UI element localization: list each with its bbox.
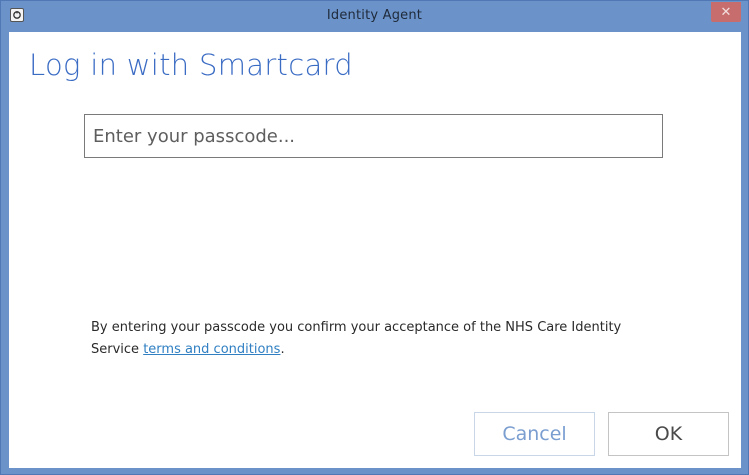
terms-and-conditions-link[interactable]: terms and conditions (143, 342, 280, 357)
passcode-input[interactable] (84, 114, 663, 158)
terms-notice: By entering your passcode you confirm yo… (91, 317, 671, 361)
close-icon: ✕ (720, 4, 732, 20)
title-bar[interactable]: Identity Agent ✕ (1, 1, 748, 31)
terms-text-end: . (280, 342, 285, 357)
page-title: Log in with Smartcard (29, 48, 353, 82)
cancel-button[interactable]: Cancel (474, 412, 595, 456)
close-button[interactable]: ✕ (711, 2, 741, 22)
window-title: Identity Agent (326, 8, 423, 23)
identity-agent-window: Identity Agent ✕ Log in with Smartcard B… (0, 0, 749, 475)
ok-button[interactable]: OK (608, 412, 729, 456)
dialog-content: Log in with Smartcard By entering your p… (9, 32, 741, 468)
